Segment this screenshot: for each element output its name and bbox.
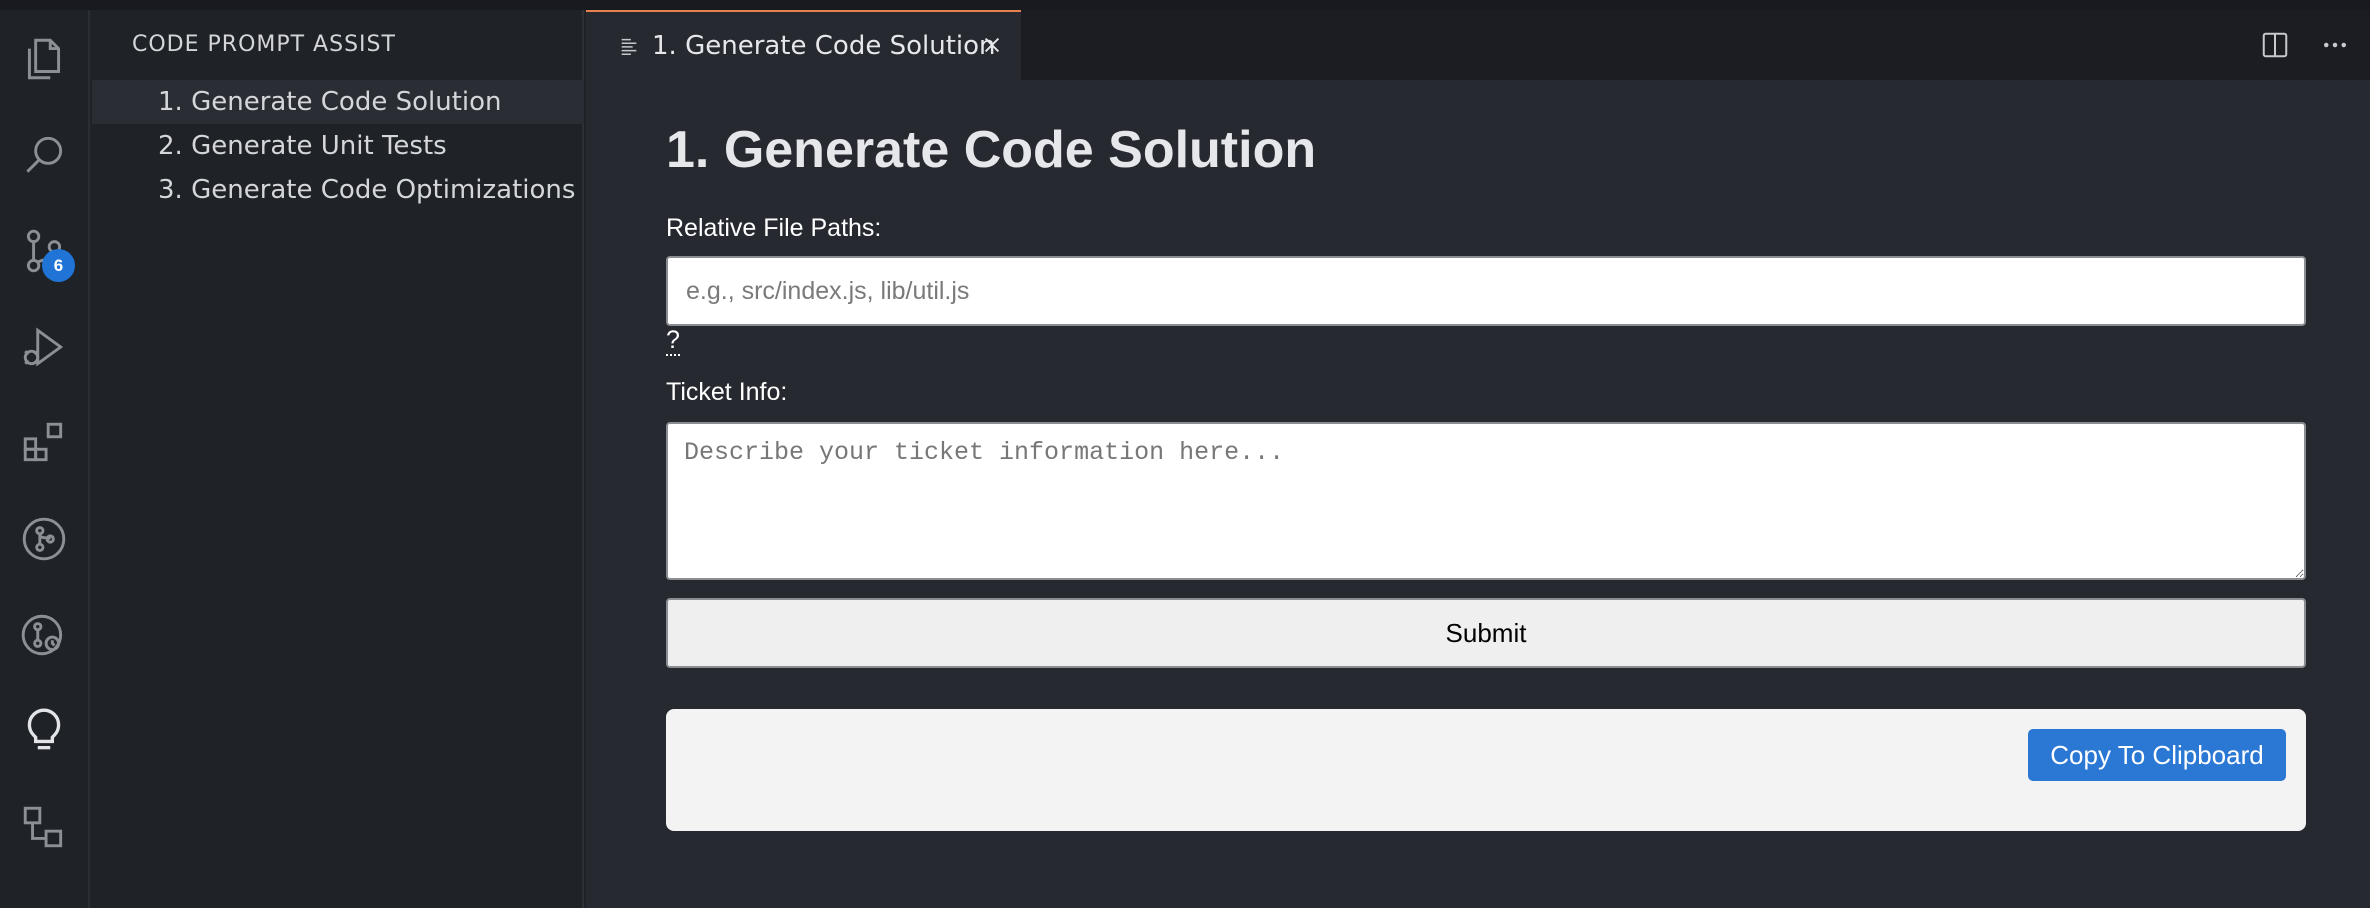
editor-actions (2260, 30, 2350, 60)
explorer-icon[interactable] (15, 30, 73, 88)
sidebar-title: CODE PROMPT ASSIST (132, 32, 396, 57)
sidebar: CODE PROMPT ASSIST 1. Generate Code Solu… (92, 10, 584, 908)
sidebar-item-generate-unit-tests[interactable]: 2. Generate Unit Tests (92, 124, 584, 168)
lightbulb-icon[interactable] (15, 702, 73, 760)
output-panel: Copy To Clipboard (666, 709, 2306, 831)
page-title: 1. Generate Code Solution (666, 121, 1317, 179)
activity-bar: 6 (0, 10, 90, 908)
remote-explorer-icon[interactable] (15, 798, 73, 856)
sidebar-item-generate-code-optimizations[interactable]: 3. Generate Code Optimizations (92, 168, 584, 212)
tab-label: 1. Generate Code Solution (652, 31, 996, 61)
git-history-icon[interactable] (15, 606, 73, 664)
editor-webview: 1. Generate Code Solution Relative File … (586, 80, 2370, 908)
file-paths-label: Relative File Paths: (666, 214, 882, 242)
source-control-badge: 6 (42, 249, 75, 282)
tab-generate-code-solution[interactable]: 1. Generate Code Solution (586, 10, 1021, 80)
ticket-info-label: Ticket Info: (666, 378, 788, 406)
close-icon[interactable] (981, 34, 1003, 56)
git-graph-icon[interactable] (15, 510, 73, 568)
ticket-info-textarea[interactable] (666, 422, 2306, 580)
sidebar-item-generate-code-solution[interactable]: 1. Generate Code Solution (92, 80, 584, 124)
submit-button[interactable]: Submit (666, 598, 2306, 668)
tab-bar: 1. Generate Code Solution (586, 10, 2370, 80)
file-paths-input[interactable] (666, 256, 2306, 326)
copy-to-clipboard-button[interactable]: Copy To Clipboard (2028, 729, 2286, 781)
preview-icon (621, 38, 637, 55)
extensions-icon[interactable] (15, 414, 73, 472)
more-actions-icon[interactable] (2320, 30, 2350, 60)
split-editor-icon[interactable] (2260, 30, 2290, 60)
help-tooltip-trigger[interactable]: ? (666, 326, 680, 356)
search-icon[interactable] (15, 126, 73, 184)
title-bar-strip (0, 0, 2370, 10)
run-debug-icon[interactable] (15, 318, 73, 376)
